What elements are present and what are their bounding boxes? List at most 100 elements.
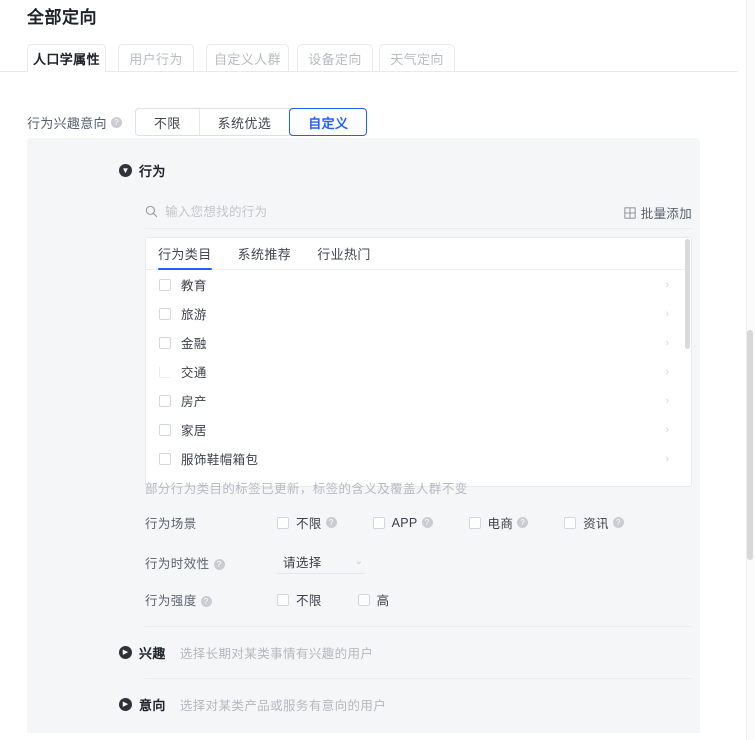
tab-custom-audience[interactable]: 自定义人群 [206,44,289,72]
category-label: 教育 [181,275,207,294]
scene-option-label: APP [392,516,418,530]
category-list-scroll-thumb[interactable] [685,239,690,349]
scene-option-news[interactable]: 资讯 ? [564,513,624,532]
chevron-down-circle-icon[interactable]: ▼ [119,164,132,177]
question-icon[interactable]: ? [326,517,337,528]
question-icon[interactable]: ? [422,517,433,528]
page-scroll-thumb[interactable] [747,330,753,560]
question-icon[interactable]: ? [214,559,225,570]
batch-add-button[interactable]: 批量添加 [624,203,692,222]
section-header-intention[interactable]: ▶ 意向 选择对某类产品或服务有意向的用户 [119,695,386,714]
category-checkbox[interactable] [159,424,171,436]
category-checkbox[interactable] [159,453,171,465]
category-label: 房产 [181,391,207,410]
inner-tab-industry-hot[interactable]: 行业热门 [317,244,371,269]
scene-option-unlimited[interactable]: 不限 ? [277,513,337,532]
chevron-right-icon[interactable]: › [665,308,669,320]
behavior-intent-segmented: 不限 系统优选 自定义 [135,108,368,136]
question-icon[interactable]: ? [111,117,122,128]
category-row-finance[interactable]: 金融 › [146,328,691,357]
scene-option-ecommerce[interactable]: 电商 ? [469,513,529,532]
category-checkbox[interactable] [159,395,171,407]
tab-label: 人口学属性 [33,49,100,68]
inner-tab-label: 行业热门 [317,247,371,262]
chevron-right-icon[interactable]: › [665,395,669,407]
segment-system-preferred[interactable]: 系统优选 [200,109,291,135]
category-row-travel[interactable]: 旅游 › [146,299,691,328]
tab-label: 设备定向 [308,49,362,68]
chevron-right-icon[interactable]: › [665,366,669,378]
scene-option-label: 不限 [296,513,322,532]
intensity-option-high[interactable]: 高 [358,590,390,609]
intensity-option-unlimited[interactable]: 不限 [277,590,322,609]
section-title: 兴趣 [139,643,166,662]
chevron-right-circle-icon[interactable]: ▶ [119,646,132,659]
category-checkbox[interactable] [159,308,171,320]
question-icon[interactable]: ? [201,596,212,607]
targeting-panel: ▼ 行为 批量添加 [27,138,700,733]
label-text: 行为强度 [145,594,197,608]
category-row-apparel[interactable]: 服饰鞋帽箱包 › [146,444,691,473]
scene-checkbox[interactable] [277,517,289,529]
category-label: 服饰鞋帽箱包 [181,449,258,468]
intensity-checkbox[interactable] [277,594,289,606]
category-row-education[interactable]: 教育 › [146,270,691,299]
divider-interest [145,626,692,627]
section-title: 行为 [139,161,166,180]
page-root: 全部定向 人口学属性 用户行为 自定义人群 设备定向 天气定向 行为兴趣意向 ?… [0,0,738,740]
segment-label: 系统优选 [218,113,272,132]
segment-custom[interactable]: 自定义 [289,108,367,136]
chevron-right-icon[interactable]: › [665,279,669,291]
category-checkbox[interactable] [159,366,171,378]
scene-checkbox[interactable] [373,517,385,529]
scene-option-label: 电商 [488,513,514,532]
behavior-intent-row: 行为兴趣意向 ? 不限 系统优选 自定义 [27,108,367,136]
segment-unlimited[interactable]: 不限 [136,109,200,135]
category-label: 旅游 [181,304,207,323]
chevron-right-icon[interactable]: › [665,337,669,349]
tab-user-behavior[interactable]: 用户行为 [118,44,194,72]
category-row-transport[interactable]: 交通 › [146,357,691,386]
behavior-intensity-row: 行为强度? 不限 高 [145,590,425,609]
chevron-right-circle-icon[interactable]: ▶ [119,698,132,711]
inner-tab-system-recommend[interactable]: 系统推荐 [238,244,292,269]
tab-label: 天气定向 [390,49,444,68]
section-title: 意向 [139,695,166,714]
behavior-category-box: 行为类目 系统推荐 行业热门 教育 › [145,237,692,487]
question-icon[interactable]: ? [517,517,528,528]
question-icon[interactable]: ? [613,517,624,528]
category-label: 交通 [181,362,207,381]
behavior-search-row: 批量添加 [145,195,692,229]
category-list-scrollbar[interactable] [684,238,691,486]
scene-option-label: 资讯 [583,513,609,532]
chevron-right-icon[interactable]: › [665,424,669,436]
category-checkbox[interactable] [159,337,171,349]
inner-tab-category[interactable]: 行为类目 [158,244,212,269]
search-input[interactable] [165,205,495,219]
intensity-option-label: 不限 [296,590,322,609]
behavior-update-note: 部分行为类目的标签已更新，标签的含义及覆盖人群不变 [145,478,468,497]
tab-demographics[interactable]: 人口学属性 [27,44,106,72]
tab-device-targeting[interactable]: 设备定向 [297,44,373,72]
behavior-intensity-label: 行为强度? [145,590,277,609]
segment-label: 不限 [154,113,181,132]
category-row-real-estate[interactable]: 房产 › [146,386,691,415]
section-header-behavior[interactable]: ▼ 行为 [119,161,166,180]
section-header-interest[interactable]: ▶ 兴趣 选择长期对某类事情有兴趣的用户 [119,643,373,662]
category-row-home[interactable]: 家居 › [146,415,691,444]
timeliness-select[interactable]: 请选择 ⌄ [277,550,365,574]
scene-checkbox[interactable] [469,517,481,529]
intensity-option-label: 高 [377,590,390,609]
chevron-right-icon[interactable]: › [665,453,669,465]
divider-intention [145,678,692,679]
top-tab-underline [0,71,738,72]
category-checkbox[interactable] [159,279,171,291]
inner-tab-label: 系统推荐 [238,247,292,262]
tab-weather-targeting[interactable]: 天气定向 [379,44,455,72]
intensity-checkbox[interactable] [358,594,370,606]
section-desc: 选择长期对某类事情有兴趣的用户 [180,643,374,662]
page-scrollbar[interactable] [746,0,755,740]
scene-checkbox[interactable] [564,517,576,529]
scene-option-app[interactable]: APP ? [373,516,433,530]
behavior-card: 批量添加 行为类目 系统推荐 行业热门 [145,195,692,520]
